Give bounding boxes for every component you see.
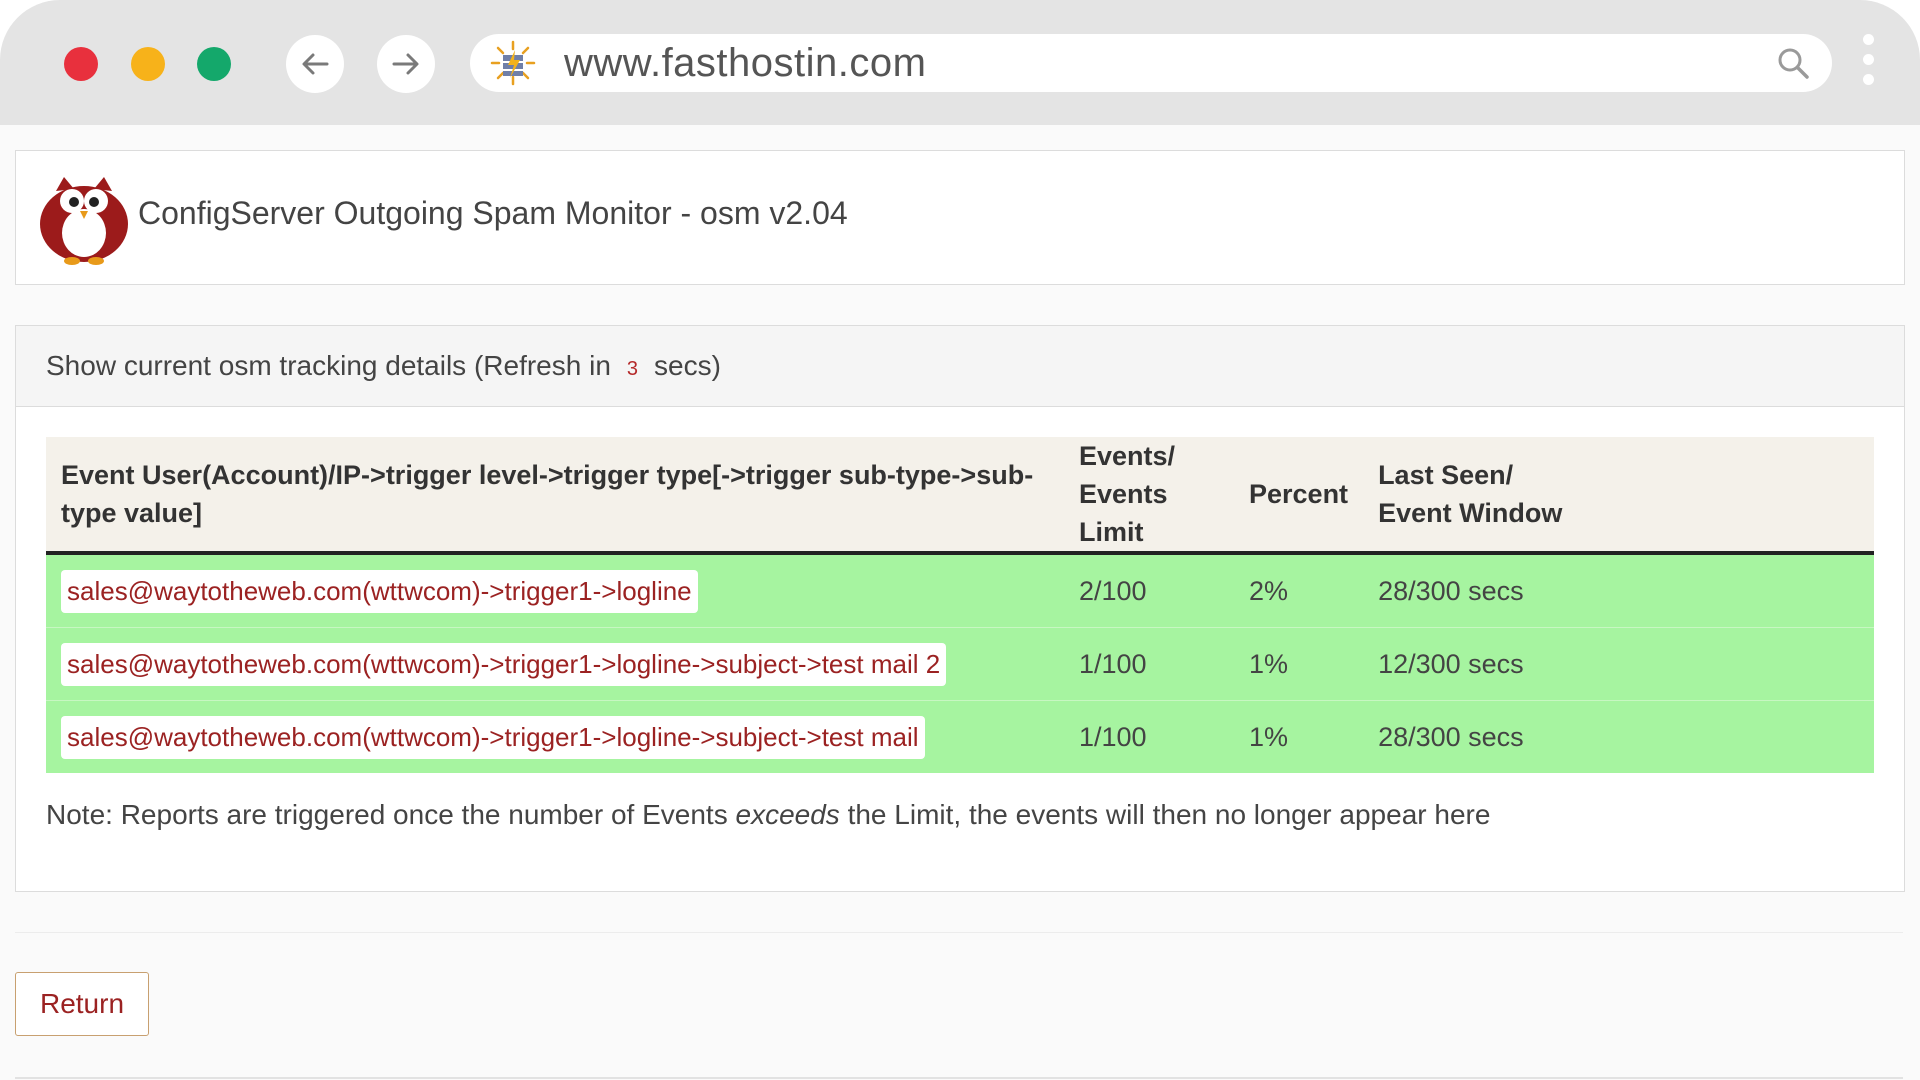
heading-suffix: secs) [654, 350, 721, 381]
note-emphasis: exceeds [735, 799, 840, 830]
note-before: Note: Reports are triggered once the num… [46, 799, 736, 830]
percent-cell: 1% [1234, 700, 1364, 773]
arrow-right-icon [392, 53, 419, 75]
site-logo-icon [490, 40, 536, 86]
col-header-last-seen: Last Seen/ Event Window [1363, 437, 1874, 555]
last-seen-cell: 28/300 secs [1363, 700, 1874, 773]
event-tag[interactable]: sales@waytotheweb.com(wttwcom)->trigger1… [61, 569, 698, 613]
panel-heading: Show current osm tracking details (Refre… [16, 326, 1904, 407]
table-row: sales@waytotheweb.com(wttwcom)->trigger1… [46, 700, 1874, 773]
arrow-left-icon [302, 53, 329, 75]
back-button[interactable] [286, 35, 344, 93]
event-tag[interactable]: sales@waytotheweb.com(wttwcom)->trigger1… [61, 642, 947, 686]
note-text: Note: Reports are triggered once the num… [46, 799, 1490, 831]
return-button[interactable]: Return [15, 972, 149, 1036]
browser-chrome: www.fasthostin.com [0, 0, 1920, 125]
minimize-window-button[interactable] [131, 47, 165, 81]
event-tag[interactable]: sales@waytotheweb.com(wttwcom)->trigger1… [61, 715, 925, 759]
refresh-countdown: 3 [626, 357, 639, 380]
percent-cell: 2% [1234, 552, 1364, 628]
col-header-events: Events/ Events Limit [1064, 437, 1234, 555]
percent-cell: 1% [1234, 627, 1364, 701]
page-title: ConfigServer Outgoing Spam Monitor - osm… [138, 195, 848, 231]
events-header-line2: Events Limit [1079, 479, 1168, 547]
forward-button[interactable] [377, 35, 435, 93]
tracking-table: Event User(Account)/IP->trigger level->t… [46, 437, 1874, 773]
events-cell: 1/100 [1064, 627, 1234, 701]
last-header-line1: Last Seen/ [1378, 460, 1514, 490]
owl-logo-icon [40, 177, 128, 265]
events-cell: 2/100 [1064, 552, 1234, 628]
close-window-button[interactable] [64, 47, 98, 81]
table-row: sales@waytotheweb.com(wttwcom)->trigger1… [46, 627, 1874, 701]
address-bar[interactable]: www.fasthostin.com [470, 34, 1832, 92]
maximize-window-button[interactable] [197, 47, 231, 81]
events-header-line1: Events/ [1079, 441, 1176, 471]
app-header: ConfigServer Outgoing Spam Monitor - osm… [15, 150, 1905, 285]
col-header-percent: Percent [1234, 437, 1364, 555]
kebab-menu-icon[interactable] [1858, 34, 1878, 96]
divider [15, 932, 1903, 933]
event-cell: sales@waytotheweb.com(wttwcom)->trigger1… [46, 627, 1064, 701]
last-seen-cell: 28/300 secs [1363, 552, 1874, 628]
col-header-event: Event User(Account)/IP->trigger level->t… [46, 437, 1064, 555]
bottom-divider [15, 1077, 1903, 1079]
table-row: sales@waytotheweb.com(wttwcom)->trigger1… [46, 552, 1874, 628]
search-icon[interactable] [1776, 46, 1810, 80]
last-seen-cell: 12/300 secs [1363, 627, 1874, 701]
table-header-row: Event User(Account)/IP->trigger level->t… [46, 437, 1874, 555]
url-text: www.fasthostin.com [564, 41, 927, 85]
event-cell: sales@waytotheweb.com(wttwcom)->trigger1… [46, 552, 1064, 628]
osm-tracking-panel: Show current osm tracking details (Refre… [15, 325, 1905, 892]
events-cell: 1/100 [1064, 700, 1234, 773]
note-after: the Limit, the events will then no longe… [839, 799, 1491, 830]
page-content: ConfigServer Outgoing Spam Monitor - osm… [0, 125, 1920, 1080]
heading-prefix: Show current osm tracking details (Refre… [46, 350, 611, 381]
last-header-line2: Event Window [1378, 498, 1563, 528]
event-cell: sales@waytotheweb.com(wttwcom)->trigger1… [46, 700, 1064, 773]
